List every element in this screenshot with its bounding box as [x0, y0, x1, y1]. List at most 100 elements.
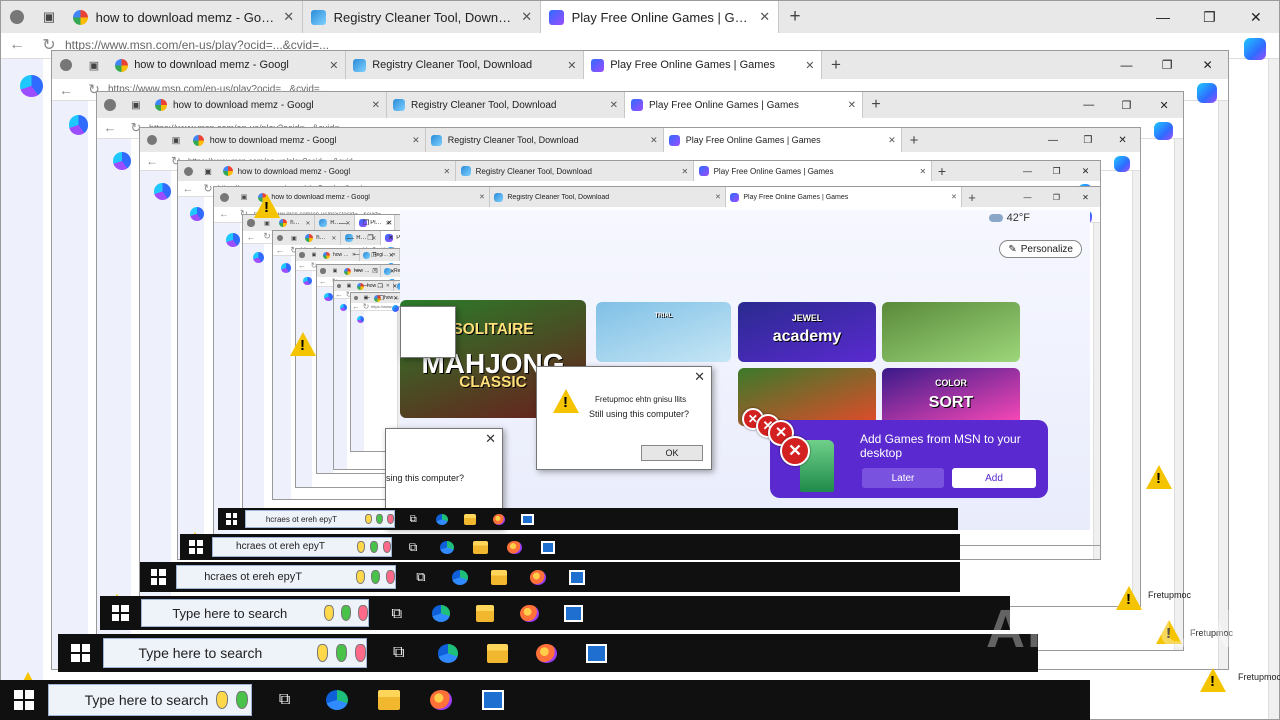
- browser-tab[interactable]: how to download memz - Googl✕: [149, 92, 387, 118]
- file-explorer-icon[interactable]: [468, 534, 493, 560]
- task-view-icon[interactable]: ⧉: [407, 562, 436, 592]
- msn-logo-icon[interactable]: [252, 251, 264, 263]
- tab-actions-icon[interactable]: ▣: [198, 161, 218, 181]
- edge-icon[interactable]: [431, 508, 452, 530]
- close-tab-icon[interactable]: ✕: [372, 100, 380, 111]
- close-window-icon[interactable]: ✕: [381, 231, 401, 245]
- weather-widget[interactable]: 42°F: [988, 212, 1030, 224]
- game-tile[interactable]: TRIAL: [596, 302, 731, 362]
- profile-icon[interactable]: [317, 265, 329, 277]
- scrollbar[interactable]: [1267, 58, 1279, 719]
- task-view-icon[interactable]: ⧉: [401, 534, 426, 560]
- tab-actions-icon[interactable]: ▣: [287, 231, 301, 245]
- tab-actions-icon[interactable]: ▣: [33, 1, 65, 33]
- taskbar-search-box[interactable]: Type here to search: [140, 599, 369, 627]
- browser-tab[interactable]: Play Free Online Games | Games ✕: [694, 161, 932, 181]
- close-window-icon[interactable]: ✕: [383, 249, 400, 261]
- firefox-icon[interactable]: [502, 534, 527, 560]
- app-window-icon[interactable]: [578, 634, 614, 672]
- profile-icon[interactable]: [1, 1, 33, 33]
- copilot-icon[interactable]: [1154, 121, 1173, 141]
- file-explorer-icon[interactable]: [370, 680, 408, 720]
- maximize-icon[interactable]: ❐: [355, 215, 378, 231]
- minimize-icon[interactable]: —: [1140, 1, 1186, 33]
- add-button[interactable]: Add: [952, 468, 1036, 488]
- browser-tab[interactable]: Registry Cleaner Tool, Download ✕: [426, 128, 664, 152]
- close-tab-icon[interactable]: ✕: [650, 135, 658, 146]
- tab-actions-icon[interactable]: ▣: [80, 51, 108, 79]
- edge-icon[interactable]: [318, 680, 356, 720]
- browser-tab[interactable]: Registry Cleaner Tool, Download ✕: [456, 161, 694, 181]
- browser-tab[interactable]: how to download memz - Googl✕: [218, 161, 456, 181]
- personalize-button[interactable]: ✎ Personalize: [999, 240, 1082, 258]
- windows-start-icon[interactable]: [14, 690, 34, 710]
- close-icon[interactable]: ✕: [694, 369, 705, 385]
- new-tab-icon[interactable]: +: [962, 187, 982, 207]
- close-tab-icon[interactable]: ✕: [331, 235, 336, 242]
- maximize-icon[interactable]: ❐: [1108, 92, 1146, 118]
- maximize-icon[interactable]: ❐: [1042, 187, 1071, 207]
- app-window-icon[interactable]: [517, 508, 538, 530]
- back-icon[interactable]: ←: [334, 290, 344, 299]
- profile-icon[interactable]: [52, 51, 80, 79]
- msn-logo-icon[interactable]: [340, 304, 347, 311]
- close-tab-icon[interactable]: ✕: [888, 135, 896, 146]
- copilot-icon[interactable]: [1197, 83, 1217, 103]
- close-tab-icon[interactable]: ✕: [848, 100, 856, 111]
- windows-start-icon[interactable]: [225, 513, 238, 525]
- tab-actions-icon[interactable]: ▣: [308, 249, 320, 261]
- game-tile[interactable]: JEWEL academy: [738, 302, 876, 362]
- new-tab-icon[interactable]: +: [902, 128, 926, 152]
- close-tab-icon[interactable]: ✕: [283, 9, 294, 25]
- browser-tab[interactable]: how to download memz - Googl✕: [275, 215, 315, 231]
- maximize-icon[interactable]: ❐: [1147, 51, 1188, 79]
- msn-logo-icon[interactable]: [226, 233, 240, 247]
- minimize-icon[interactable]: —: [340, 231, 360, 245]
- new-tab-icon[interactable]: +: [822, 51, 850, 79]
- firefox-icon[interactable]: [488, 508, 509, 530]
- app-window-icon[interactable]: [557, 596, 589, 630]
- browser-tab[interactable]: how to download memz - Googl✕: [188, 128, 426, 152]
- back-icon[interactable]: ←: [52, 79, 80, 100]
- refresh-icon[interactable]: ↻: [361, 302, 371, 311]
- minimize-icon[interactable]: —: [1036, 128, 1071, 152]
- browser-tab[interactable]: how to download memz - Googl✕: [254, 187, 490, 207]
- later-button[interactable]: Later: [862, 468, 944, 488]
- taskbar-search-box[interactable]: hcraes ot ereh epyT: [245, 510, 396, 528]
- minimize-icon[interactable]: —: [1106, 51, 1147, 79]
- firefox-icon[interactable]: [422, 680, 460, 720]
- maximize-icon[interactable]: ❐: [1042, 161, 1071, 181]
- close-tab-icon[interactable]: ✕: [715, 193, 721, 201]
- close-tab-icon[interactable]: ✕: [805, 59, 814, 72]
- close-tab-icon[interactable]: ✕: [610, 100, 618, 111]
- windows-start-icon[interactable]: [189, 540, 203, 554]
- close-window-icon[interactable]: ✕: [1187, 51, 1228, 79]
- browser-tab[interactable]: Play Free Online Games | Games ✕: [726, 187, 962, 207]
- tab-actions-icon[interactable]: ▣: [123, 92, 149, 118]
- task-view-icon[interactable]: ⧉: [381, 634, 417, 672]
- minimize-icon[interactable]: —: [1013, 187, 1042, 207]
- msn-logo-icon[interactable]: [303, 276, 312, 285]
- task-view-icon[interactable]: ⧉: [403, 508, 424, 530]
- msn-logo-icon[interactable]: [20, 74, 43, 97]
- app-window-icon[interactable]: [536, 534, 561, 560]
- file-explorer-icon[interactable]: [469, 596, 501, 630]
- edge-icon[interactable]: [430, 634, 466, 672]
- browser-tab[interactable]: Registry Cleaner Tool, Download ✕: [387, 92, 625, 118]
- profile-icon[interactable]: [214, 187, 234, 207]
- minimize-icon[interactable]: —: [1070, 92, 1108, 118]
- close-window-icon[interactable]: ✕: [1071, 161, 1100, 181]
- close-window-icon[interactable]: ✕: [1145, 92, 1183, 118]
- minimize-icon[interactable]: —: [359, 281, 374, 291]
- app-window-icon[interactable]: [474, 680, 512, 720]
- browser-tab[interactable]: Registry Cleaner Tool, Download ✕: [346, 51, 584, 79]
- close-window-icon[interactable]: ✕: [1233, 1, 1279, 33]
- windows-start-icon[interactable]: [111, 604, 129, 622]
- firefox-icon[interactable]: [513, 596, 545, 630]
- minimize-icon[interactable]: —: [349, 265, 366, 277]
- profile-icon[interactable]: [296, 249, 308, 261]
- profile-icon[interactable]: [273, 231, 287, 245]
- scrollbar[interactable]: [1173, 138, 1183, 650]
- maximize-icon[interactable]: ❐: [1186, 1, 1232, 33]
- browser-tab[interactable]: how to download memz - Googl✕: [108, 51, 346, 79]
